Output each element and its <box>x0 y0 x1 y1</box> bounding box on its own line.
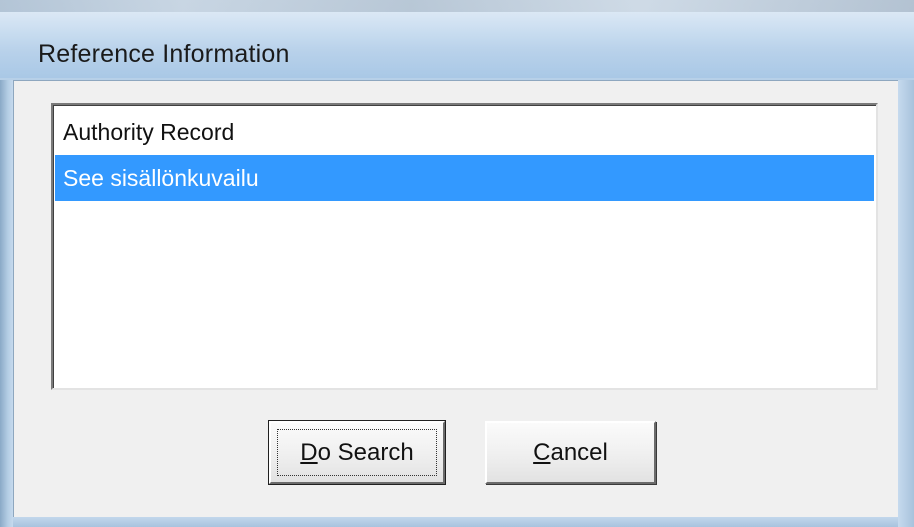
cancel-label: ancel <box>550 438 608 466</box>
dialog-client-area: Authority Record See sisällönkuvailu Do … <box>13 80 898 517</box>
window-frame-bottom <box>13 517 898 527</box>
cancel-mnemonic: C <box>533 438 551 466</box>
focus-ring <box>277 429 437 476</box>
list-item[interactable]: Authority Record <box>55 109 874 155</box>
list-item-selected[interactable]: See sisällönkuvailu <box>55 155 874 201</box>
cancel-button[interactable]: Cancel <box>485 421 656 484</box>
list-item-label: See sisällönkuvailu <box>63 165 259 191</box>
do-search-button[interactable]: Do Search <box>268 420 446 485</box>
window-frame-left <box>0 80 13 527</box>
reference-listbox[interactable]: Authority Record See sisällönkuvailu <box>51 103 878 390</box>
title-bar[interactable]: Reference Information <box>0 12 914 78</box>
background-app-strip <box>0 0 914 12</box>
dialog-window: Reference Information Authority Record S… <box>0 0 914 527</box>
dialog-title: Reference Information <box>38 40 290 68</box>
list-item-label: Authority Record <box>63 119 235 145</box>
window-frame-right <box>898 80 914 527</box>
